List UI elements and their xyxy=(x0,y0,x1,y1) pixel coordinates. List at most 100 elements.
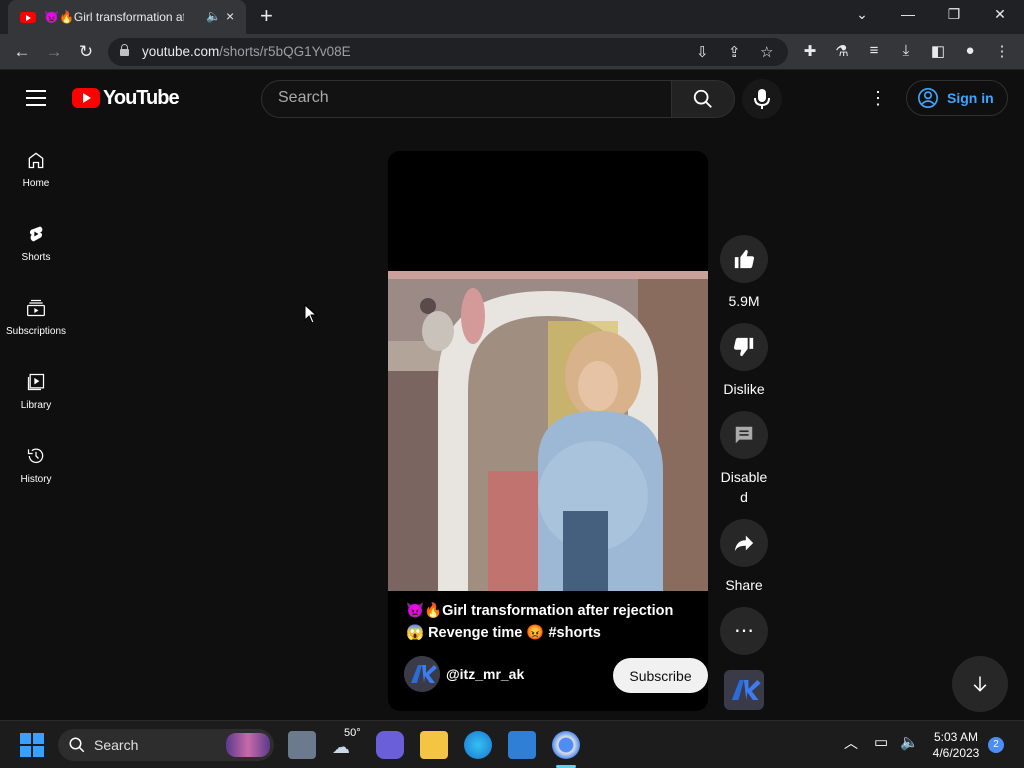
short-video-player[interactable]: 👿🔥Girl transformation after rejection 😱 … xyxy=(388,151,708,711)
close-window-button[interactable]: ✕ xyxy=(990,6,1010,23)
downloads-icon[interactable]: ⤓ xyxy=(896,42,916,59)
home-icon xyxy=(28,152,44,169)
channel-avatar[interactable] xyxy=(404,656,440,692)
like-button[interactable] xyxy=(720,235,768,283)
history-icon xyxy=(27,448,44,464)
search-icon xyxy=(693,89,712,108)
sidebar-item-label: Home xyxy=(22,178,50,189)
windows-taskbar: Search ☁ 50° ︿ ▭ 🔈 5:03 AM 4/6/2023 2 xyxy=(0,720,1024,768)
comments-button[interactable] xyxy=(720,411,768,459)
shorts-icon xyxy=(29,226,43,242)
task-view-icon[interactable] xyxy=(288,731,316,759)
new-tab-button[interactable]: + xyxy=(260,5,273,27)
channel-name[interactable]: @itz_mr_ak xyxy=(446,666,524,682)
back-button[interactable]: ← xyxy=(10,40,34,64)
url-text[interactable]: youtube.com/shorts/r5bQG1Yv08E xyxy=(142,44,351,59)
notification-badge[interactable]: 2 xyxy=(988,737,1004,753)
menu-icon[interactable] xyxy=(26,90,46,106)
teams-chat-icon[interactable] xyxy=(376,731,404,759)
library-icon xyxy=(27,373,45,391)
subscribe-button[interactable]: Subscribe xyxy=(613,658,708,693)
search-box xyxy=(261,80,672,118)
mouse-cursor-icon xyxy=(304,304,318,324)
chrome-taskbar-icon[interactable] xyxy=(552,731,580,759)
flask-icon[interactable]: ⚗ xyxy=(832,42,852,60)
sidebar-item-label: Shorts xyxy=(21,252,51,263)
comment-icon xyxy=(735,426,753,444)
more-action: ⋯ xyxy=(720,607,768,655)
subscriptions-icon xyxy=(27,299,45,317)
bookmark-star-icon[interactable]: ☆ xyxy=(760,43,773,61)
tab-title: 👿🔥Girl transformation afte xyxy=(44,10,184,24)
browser-toolbar: ← → ↻ youtube.com/shorts/r5bQG1Yv08E ⇩ ⇪… xyxy=(0,34,1024,70)
speaker-icon[interactable]: 🔈 xyxy=(206,9,221,23)
reload-button[interactable]: ↻ xyxy=(74,40,98,64)
forward-button[interactable]: → xyxy=(42,40,66,64)
install-app-icon[interactable]: ⇩ xyxy=(696,43,709,61)
tab-close-icon[interactable]: × xyxy=(226,8,234,24)
restore-button[interactable]: ❐ xyxy=(944,6,964,23)
dislike-button[interactable] xyxy=(720,323,768,371)
file-explorer-icon[interactable] xyxy=(420,731,448,759)
share-action: Share xyxy=(720,519,768,595)
next-short-button[interactable] xyxy=(952,656,1008,712)
ak-logo-icon xyxy=(731,680,761,700)
short-caption[interactable]: 👿🔥Girl transformation after rejection 😱 … xyxy=(406,600,696,644)
tab-search-icon[interactable]: ⌄ xyxy=(852,6,872,23)
side-panel-icon[interactable]: ◧ xyxy=(928,42,948,60)
sidebar-item-label: Subscriptions xyxy=(5,326,67,337)
microsoft-store-icon[interactable] xyxy=(508,731,536,759)
youtube-header: YouTube ⋮ Sign in xyxy=(0,70,1024,126)
share-button[interactable] xyxy=(720,519,768,567)
video-scene xyxy=(388,271,708,591)
like-count: 5.9M xyxy=(728,293,760,309)
extensions-icon[interactable]: ✚ xyxy=(800,42,820,60)
settings-menu-icon[interactable]: ⋮ xyxy=(868,88,888,108)
chrome-menu-icon[interactable]: ⋮ xyxy=(992,42,1012,60)
youtube-logo[interactable]: YouTube xyxy=(72,87,180,109)
address-bar[interactable]: youtube.com/shorts/r5bQG1Yv08E ⇩ ⇪ ☆ xyxy=(108,38,788,66)
comments-label: Disabled xyxy=(720,469,768,505)
ak-logo-icon xyxy=(404,656,440,692)
cloud-icon: ☁ xyxy=(332,737,350,757)
search-icon xyxy=(69,737,85,753)
sidebar-item-label: History xyxy=(20,474,52,485)
media-control-icon[interactable]: ≡ xyxy=(864,42,884,59)
sidebar-item-subscriptions[interactable]: Subscriptions xyxy=(0,298,72,372)
search-input[interactable] xyxy=(278,89,658,107)
windows-start-icon[interactable] xyxy=(20,733,44,757)
more-options-button[interactable]: ⋯ xyxy=(720,607,768,655)
thumbs-down-icon xyxy=(733,337,754,357)
edge-browser-icon[interactable] xyxy=(464,731,492,759)
thumbs-up-icon xyxy=(734,249,755,269)
weather-widget[interactable]: ☁ 50° xyxy=(332,727,361,759)
profile-icon[interactable]: ● xyxy=(960,42,980,59)
arrow-down-icon xyxy=(973,676,987,692)
sidebar-item-library[interactable]: Library xyxy=(0,372,72,446)
sign-in-button[interactable]: Sign in xyxy=(906,80,1008,116)
sidebar-item-history[interactable]: History xyxy=(0,446,72,520)
sidebar-item-shorts[interactable]: Shorts xyxy=(0,224,72,298)
lock-icon[interactable] xyxy=(120,44,129,56)
like-action: 5.9M xyxy=(720,235,768,311)
search-button[interactable] xyxy=(671,80,735,118)
browser-tab-strip: 👿🔥Girl transformation afte 🔈 × + ⌄ — ❐ ✕ xyxy=(0,0,1024,34)
microphone-icon xyxy=(754,89,770,109)
volume-icon[interactable]: 🔈 xyxy=(900,733,919,751)
taskbar-search[interactable]: Search xyxy=(58,729,274,761)
share-icon xyxy=(734,535,754,552)
voice-search-button[interactable] xyxy=(742,79,782,119)
sound-thumbnail[interactable] xyxy=(724,670,764,710)
sidebar-item-home[interactable]: Home xyxy=(0,150,72,224)
more-horizontal-icon: ⋯ xyxy=(734,620,754,642)
account-icon xyxy=(918,88,938,108)
show-hidden-icons-icon[interactable]: ︿ xyxy=(844,733,858,753)
taskbar-clock[interactable]: 5:03 AM 4/6/2023 xyxy=(928,729,984,761)
browser-tab[interactable]: 👿🔥Girl transformation afte 🔈 × xyxy=(8,0,246,34)
share-page-icon[interactable]: ⇪ xyxy=(728,43,741,61)
minimize-button[interactable]: — xyxy=(898,6,918,22)
dislike-action: Dislike xyxy=(720,323,768,399)
youtube-favicon-icon xyxy=(20,11,36,23)
network-icon[interactable]: ▭ xyxy=(874,733,888,751)
video-frame[interactable] xyxy=(388,271,708,591)
